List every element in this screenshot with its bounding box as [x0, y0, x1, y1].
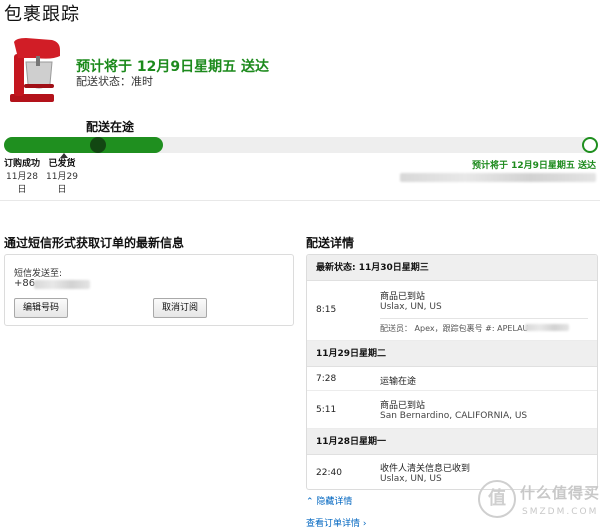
date-group-header: 11月28日星期一: [307, 429, 597, 455]
redacted-tracking-number: [525, 324, 569, 331]
event-location: Uslax, UN, US: [380, 302, 442, 312]
eta-right: 预计将于 12月9日星期五 送达: [471, 161, 596, 171]
hide-details-link[interactable]: ⌃ 隐藏详情: [306, 494, 352, 507]
watermark-glyph: 值: [478, 480, 516, 518]
cancel-subscription-button[interactable]: 取消订阅: [153, 298, 208, 318]
step-ordered: 订购成功 11月28日: [2, 158, 42, 197]
redacted-phone: [34, 280, 90, 289]
redacted-address: [400, 173, 596, 182]
watermark-logo: 值 什么值得买 SMZDM.COM: [476, 474, 600, 528]
sms-phone-prefix: +86: [14, 278, 36, 289]
courier-info: 配送员： Apex，跟踪包裹号 #: APELAU: [380, 324, 529, 333]
watermark-text: 什么值得买: [520, 484, 600, 502]
watermark-sub: SMZDM.COM: [522, 507, 599, 517]
event-location: Uslax, UN, US: [380, 474, 442, 484]
event-description: 运输在途: [380, 377, 417, 387]
event-row: 7:28 运输在途: [307, 367, 597, 391]
step-title: 已发货: [48, 159, 76, 169]
step-date: 11月28日: [6, 172, 38, 195]
event-description: 收件人清关信息已收到: [380, 464, 471, 474]
step-date: 11月29日: [46, 172, 78, 195]
event-time: 8:15: [316, 305, 337, 315]
event-description: 商品已到站: [380, 401, 426, 411]
progress-current-marker: [90, 137, 106, 153]
sms-section-title: 通过短信形式获取订单的最新信息: [4, 236, 185, 250]
page-title: 包裹跟踪: [4, 4, 80, 25]
event-time: 22:40: [316, 468, 342, 478]
product-image[interactable]: [6, 36, 62, 104]
event-separator: [380, 318, 588, 319]
hide-details-label: 隐藏详情: [316, 497, 353, 507]
event-row: 5:11 商品已到站 San Bernardino, CALIFORNIA, U…: [307, 391, 597, 429]
event-row: 8:15 商品已到站 Uslax, UN, US 配送员： Apex，跟踪包裹号…: [307, 281, 597, 341]
progress-fill: [4, 137, 163, 153]
details-panel: 最新状态: 11月30日星期三 8:15 商品已到站 Uslax, UN, US…: [306, 254, 598, 490]
latest-status-header: 最新状态: 11月30日星期三: [307, 255, 597, 281]
progress-end-marker: [582, 137, 598, 153]
step-shipped: 已发货 11月29日: [46, 158, 78, 197]
chevron-up-icon: ⌃: [306, 497, 317, 507]
details-section-title: 配送详情: [306, 236, 355, 250]
current-stage-label: 配送在途: [86, 120, 135, 134]
event-time: 7:28: [316, 374, 337, 384]
step-title: 订购成功: [3, 159, 40, 169]
section-divider: [0, 200, 600, 201]
view-order-details-link[interactable]: 查看订单详情 ›: [306, 516, 366, 528]
delivery-status: 配送状态：准时: [76, 75, 153, 88]
event-time: 5:11: [316, 405, 337, 415]
date-group-header: 11月29日星期二: [307, 341, 597, 367]
edit-phone-button[interactable]: 编辑号码: [14, 298, 69, 318]
event-description: 商品已到站: [380, 292, 426, 302]
event-location: San Bernardino, CALIFORNIA, US: [380, 411, 528, 421]
